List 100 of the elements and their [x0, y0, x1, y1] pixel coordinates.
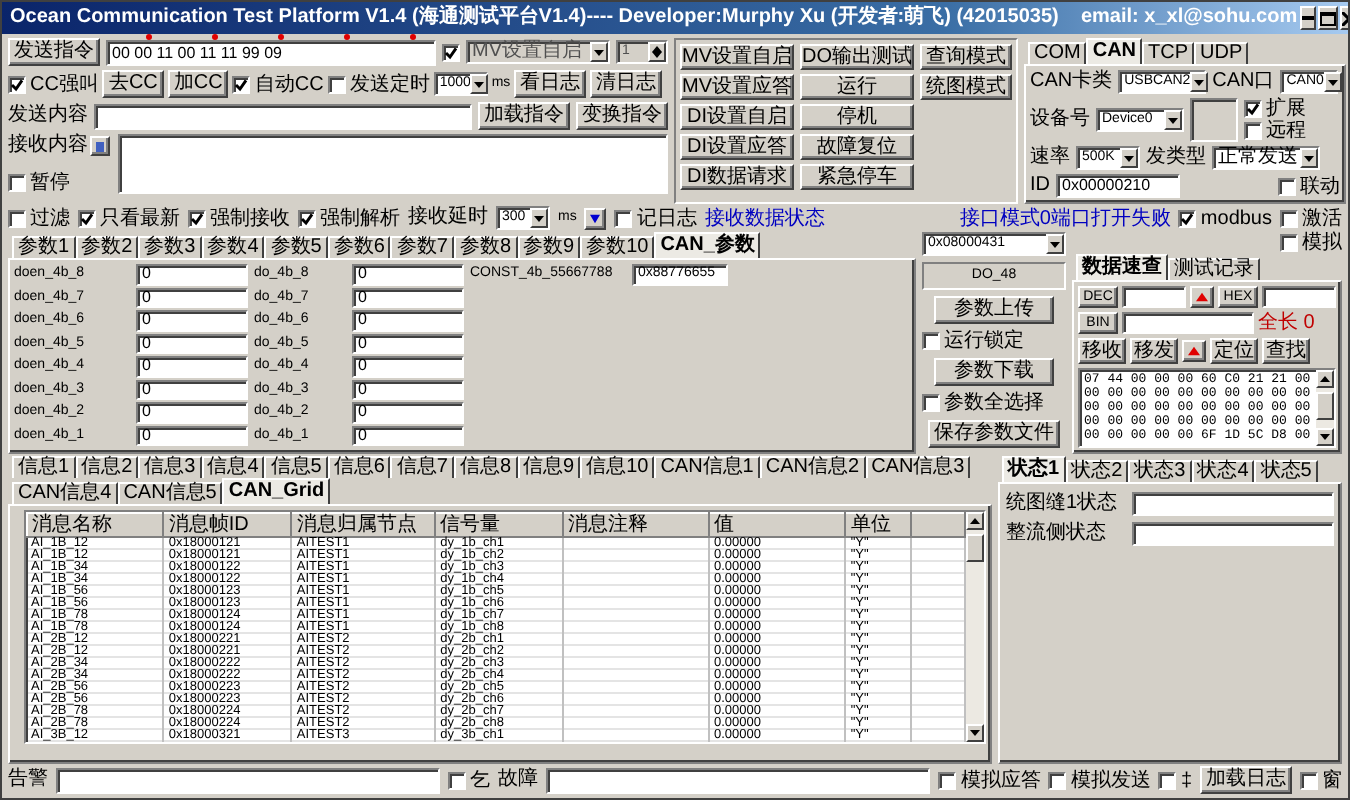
- input-field[interactable]: 0: [136, 264, 248, 285]
- button[interactable]: 故障复位: [800, 134, 914, 160]
- button[interactable]: DI设置自启: [680, 104, 794, 130]
- checkbox[interactable]: 暂停: [8, 172, 112, 194]
- input-field[interactable]: 0: [352, 356, 464, 377]
- checkbox[interactable]: 自动CC: [232, 73, 324, 95]
- input-field[interactable]: 0: [136, 356, 248, 377]
- input-field[interactable]: 0: [136, 333, 248, 354]
- clear-button[interactable]: [90, 136, 110, 156]
- scroll-down-button[interactable]: [1316, 428, 1334, 446]
- tab[interactable]: 参数3: [138, 236, 202, 258]
- send-button[interactable]: 发送指令: [8, 38, 100, 66]
- input-field[interactable]: 0: [136, 379, 248, 400]
- checkbox[interactable]: 联动: [1278, 175, 1340, 197]
- input-field[interactable]: [1132, 492, 1334, 516]
- tab[interactable]: CAN_Grid: [222, 478, 331, 504]
- button[interactable]: 看日志: [514, 70, 587, 98]
- button[interactable]: 加CC: [167, 70, 229, 98]
- tab[interactable]: 状态4: [1191, 460, 1255, 482]
- button[interactable]: 加载指令: [478, 102, 570, 130]
- checkbox[interactable]: 记日志: [614, 207, 697, 229]
- tab[interactable]: 信息3: [138, 456, 202, 478]
- input-field[interactable]: 0: [352, 402, 464, 423]
- input-field[interactable]: [1122, 286, 1186, 308]
- scrollbar[interactable]: [1316, 370, 1334, 446]
- input-field[interactable]: 0: [352, 310, 464, 331]
- checkbox[interactable]: 远程: [1244, 120, 1306, 142]
- input-field[interactable]: 0: [352, 333, 464, 354]
- tab[interactable]: 信息10: [580, 456, 655, 478]
- checkbox[interactable]: 过滤: [8, 207, 70, 229]
- button[interactable]: DI设置应答: [680, 134, 794, 160]
- tab[interactable]: 参数4: [201, 236, 265, 258]
- button[interactable]: DO输出测试: [800, 44, 914, 70]
- column-header[interactable]: 消息名称: [27, 513, 164, 537]
- input-field[interactable]: 0: [136, 425, 248, 446]
- tab[interactable]: CAN信息3: [865, 456, 971, 478]
- tab[interactable]: 状态2: [1065, 460, 1129, 482]
- tab[interactable]: 信息2: [75, 456, 139, 478]
- tab[interactable]: 信息1: [12, 456, 76, 478]
- button[interactable]: 查询模式: [920, 44, 1012, 70]
- tab[interactable]: 状态3: [1128, 460, 1192, 482]
- checkbox[interactable]: [442, 43, 460, 61]
- maximize-button[interactable]: [1317, 6, 1338, 30]
- column-header[interactable]: 信号量: [435, 513, 564, 537]
- input-field[interactable]: 0: [136, 310, 248, 331]
- fault-field[interactable]: [546, 767, 931, 793]
- checkbox[interactable]: 乞: [448, 769, 491, 791]
- tab[interactable]: CAN: [1086, 38, 1143, 64]
- checkbox[interactable]: 模拟: [1280, 232, 1342, 254]
- tab[interactable]: 参数2: [75, 236, 139, 258]
- button[interactable]: 停机: [800, 104, 914, 130]
- button[interactable]: 变换指令: [576, 102, 668, 130]
- arrow-button[interactable]: [1190, 286, 1214, 308]
- dropdown[interactable]: 正常发送: [1212, 146, 1320, 170]
- checkbox[interactable]: 模拟应答: [938, 769, 1041, 791]
- tab[interactable]: 状态5: [1254, 460, 1318, 482]
- tab[interactable]: 状态1: [1002, 456, 1066, 482]
- status-link[interactable]: 接收数据状态: [704, 207, 825, 229]
- tab[interactable]: 信息6: [327, 456, 391, 478]
- checkbox[interactable]: 模拟发送: [1048, 769, 1151, 791]
- checkbox[interactable]: 强制解析: [298, 207, 400, 229]
- input-field[interactable]: 0: [352, 287, 464, 308]
- checkbox[interactable]: CC强叫: [8, 73, 99, 95]
- input-field[interactable]: [1132, 522, 1334, 546]
- tab[interactable]: CAN信息1: [654, 456, 760, 478]
- input-field[interactable]: 0: [136, 287, 248, 308]
- tab[interactable]: 参数8: [453, 236, 517, 258]
- tab[interactable]: 参数9: [517, 236, 581, 258]
- id-field[interactable]: 0x00000210: [1056, 174, 1180, 198]
- checkbox[interactable]: modbus: [1178, 207, 1272, 229]
- column-header[interactable]: 消息注释: [563, 513, 709, 537]
- input-field[interactable]: 0: [352, 264, 464, 285]
- tab[interactable]: 参数1: [12, 236, 76, 258]
- scrollbar[interactable]: [966, 512, 984, 742]
- checkbox[interactable]: ‡: [1158, 769, 1192, 791]
- button[interactable]: 参数下载: [934, 358, 1054, 386]
- tab[interactable]: CAN信息2: [759, 456, 866, 478]
- tab[interactable]: CAN信息5: [117, 482, 223, 504]
- minimize-button[interactable]: [1299, 6, 1316, 30]
- button[interactable]: 参数上传: [934, 296, 1054, 324]
- input-field[interactable]: [1262, 286, 1336, 308]
- input-field[interactable]: 0: [136, 402, 248, 423]
- tab[interactable]: CAN信息4: [12, 482, 118, 504]
- tab[interactable]: UDP: [1194, 42, 1249, 64]
- button[interactable]: MV设置自启: [680, 44, 794, 70]
- button[interactable]: 移发: [1130, 338, 1178, 364]
- column-header[interactable]: [911, 513, 965, 537]
- checkbox[interactable]: 窗: [1300, 769, 1342, 791]
- button[interactable]: 统图模式: [920, 74, 1012, 100]
- tab[interactable]: 参数7: [390, 236, 454, 258]
- scrollbar-thumb[interactable]: [966, 534, 984, 562]
- tab[interactable]: 参数10: [580, 236, 655, 258]
- command-field[interactable]: 00 00 11 00 11 11 99 09: [106, 39, 436, 65]
- button[interactable]: DI数据请求: [680, 164, 794, 190]
- tab[interactable]: 信息7: [390, 456, 454, 478]
- input-field[interactable]: [1122, 312, 1254, 334]
- button[interactable]: 运行: [800, 74, 914, 100]
- tab[interactable]: 信息5: [264, 456, 328, 478]
- input-field[interactable]: 0: [352, 425, 464, 446]
- tab[interactable]: 信息4: [201, 456, 265, 478]
